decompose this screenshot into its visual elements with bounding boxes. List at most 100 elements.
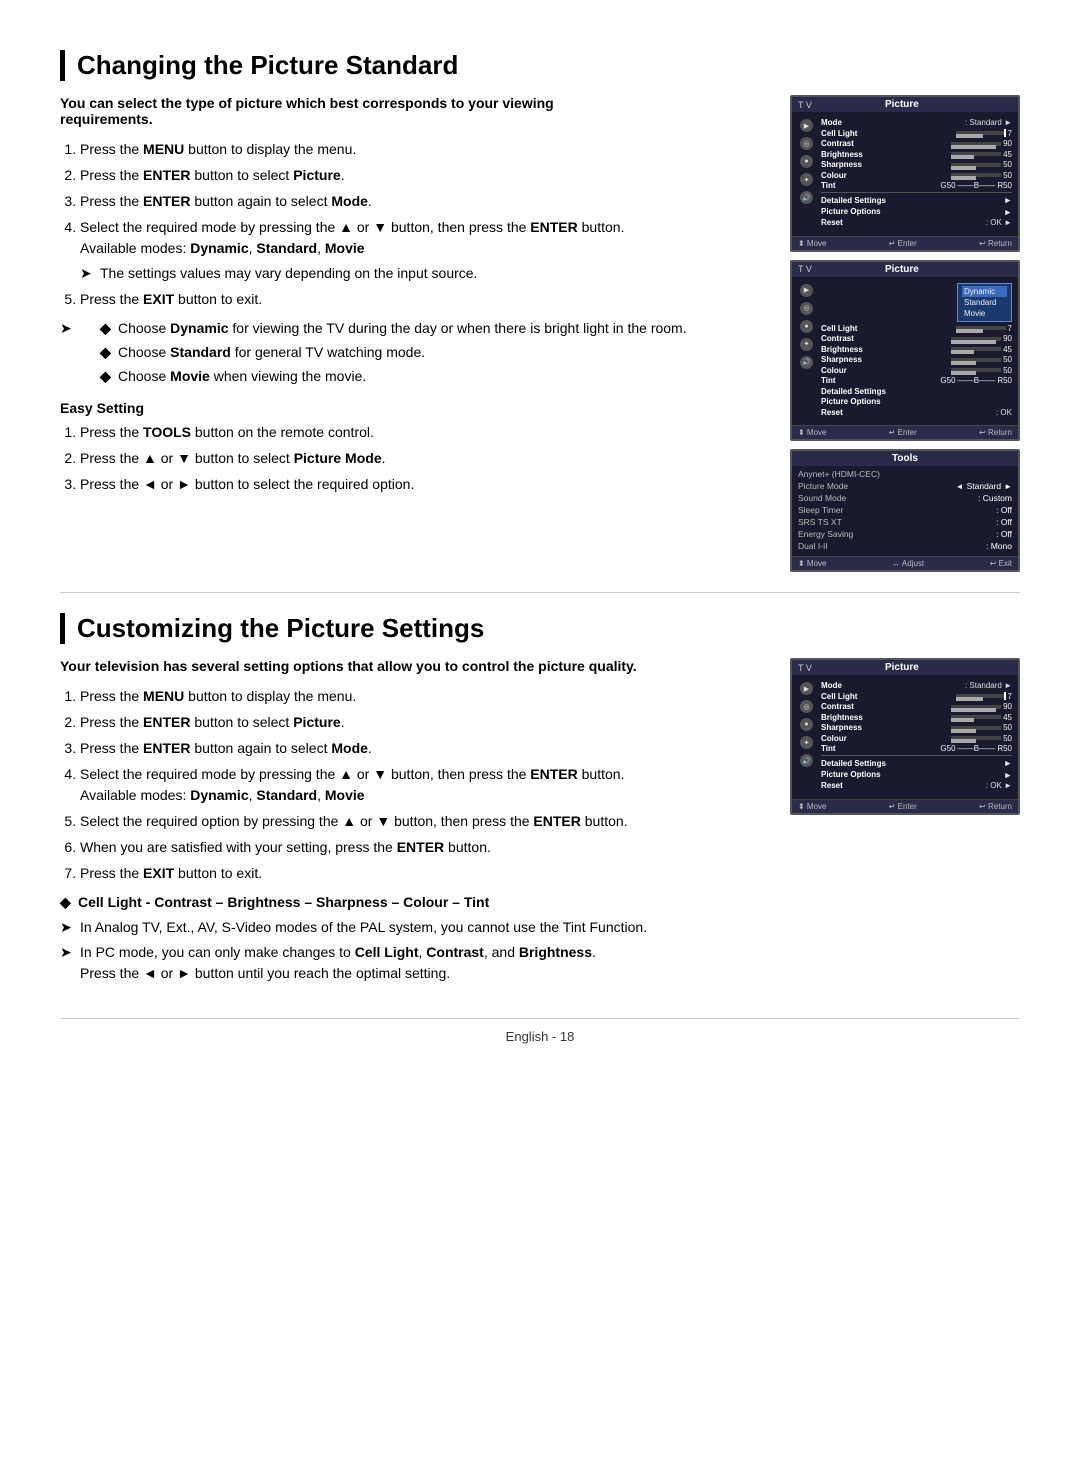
diamond3: ◆ Choose Movie when viewing the movie. [100,366,687,387]
s2-step4: Select the required mode by pressing the… [80,764,770,806]
s2-step6: When you are satisfied with your setting… [80,837,770,858]
tools-picture-value: Standard [967,481,1002,491]
tv2-row-celllight: Cell Light 7 [821,324,1012,333]
s2-arrow2: ➤ In PC mode, you can only make changes … [60,942,770,984]
arrow-symbol-1: ➤ [80,263,100,284]
section1-intro: You can select the type of picture which… [60,95,640,127]
step4: Select the required mode by pressing the… [80,217,770,284]
tools-anynet: Anynet+ (HDMI-CEC) [798,469,1012,479]
tv2-icon4: ✦ [800,338,813,351]
tv1-row-contrast: Contrast 90 [821,139,1012,148]
tv2-body: ▶ ◎ ● ✦ 🔊 Dynamic [792,277,1018,426]
step2: Press the ENTER button to select Picture… [80,165,770,186]
tv1-header: T V Picture [792,97,1018,112]
easy-setting-steps: Press the TOOLS button on the remote con… [80,422,770,495]
s2-step1: Press the MENU button to display the men… [80,686,770,707]
s2-diamond-symbol: ◆ [60,892,78,913]
tv2-row-contrast: Contrast 90 [821,334,1012,343]
section2-text: Your television has several setting opti… [60,658,770,988]
diamond1: ◆ Choose Dynamic for viewing the TV duri… [100,318,687,339]
s2-arrow1: ➤ In Analog TV, Ext., AV, S-Video modes … [60,917,770,938]
section1-title: Changing the Picture Standard [60,50,1020,81]
tv4-header: T V Picture [792,660,1018,675]
tv4-icon1: ▶ [800,682,813,695]
arrow-note-1: The settings values may vary depending o… [100,263,477,284]
diamond-symbol-1: ◆ [100,318,118,339]
tv4-row-contrast: Contrast 90 [821,702,1012,711]
tv4-row-detailed: Detailed Settings ► [821,758,1012,768]
tv1-row-tint: Tint G50 ——B—— R50 [821,181,1012,190]
tools-sound-mode: Sound Mode : Custom [798,493,1012,503]
easy-step3: Press the ◄ or ► button to select the re… [80,474,770,495]
s2-step2: Press the ENTER button to select Picture… [80,712,770,733]
tv1-label: T V [798,100,812,110]
tv4-divider [821,755,1012,756]
tv1-footer: ⬍ Move↵ Enter↩ Return [792,236,1018,250]
s2-step7: Press the EXIT button to exit. [80,863,770,884]
tv4-icon4: ✦ [800,736,813,749]
tv2-row-brightness: Brightness 45 [821,345,1012,354]
tv2-row-sharpness: Sharpness 50 [821,355,1012,364]
tv4-row-sharpness: Sharpness 50 [821,723,1012,732]
tools-footer: ⬍ Move↔ Adjust↩ Exit [792,556,1018,570]
s2-note2: In PC mode, you can only make changes to… [80,942,596,984]
tv1-divider [821,192,1012,193]
tv2-label: T V [798,264,812,274]
tv2-footer: ⬍ Move↵ Enter↩ Return [792,425,1018,439]
step1: Press the MENU button to display the men… [80,139,770,160]
section2-intro: Your television has several setting opti… [60,658,640,674]
tv1-icon1: ▶ [800,119,813,132]
tv2-row-colour: Colour 50 [821,366,1012,375]
tv2-icon3: ● [800,320,813,333]
tv-screen-1: T V Picture ▶ ◎ ● ✦ 🔊 [790,95,1020,252]
dynamic-note: ➤ ◆ Choose Dynamic for viewing the TV du… [60,318,770,390]
s2-step3: Press the ENTER button again to select M… [80,738,770,759]
section1-images: T V Picture ▶ ◎ ● ✦ 🔊 [790,95,1020,572]
tv1-title: Picture [885,99,919,110]
tv4-icon5: 🔊 [800,754,813,767]
tv1-row-colour: Colour 50 [821,171,1012,180]
available-modes-1: Available modes: Dynamic, Standard, Movi… [80,240,365,256]
section2-images: T V Picture ▶ ◎ ● ✦ 🔊 [790,658,1020,988]
tools-sleep-timer: Sleep Timer : Off [798,505,1012,515]
arrow-symbol-2: ➤ [60,318,80,339]
easy-step1: Press the TOOLS button on the remote con… [80,422,770,443]
tv4-row-celllight: Cell Light 7 [821,692,1012,701]
tv1-content: Mode : Standard ► Cell Light [821,115,1012,232]
tools-picture-nav: ◄ Standard ► [956,481,1012,491]
tools-title: Tools [792,451,1018,466]
tv1-row-sharpness: Sharpness 50 [821,160,1012,169]
easy-setting-header: Easy Setting [60,400,770,416]
page-footer: English - 18 [60,1018,1020,1044]
tv2-icon2: ◎ [800,302,813,315]
tools-body: Anynet+ (HDMI-CEC) Picture Mode ◄ Standa… [792,466,1018,556]
tv4-row-mode: Mode : Standard ► [821,681,1012,690]
tv1-icon3: ● [800,155,813,168]
tv1-body: ▶ ◎ ● ✦ 🔊 Mode : Standard ► [792,112,1018,236]
tv4-icons: ▶ ◎ ● ✦ 🔊 [798,678,817,795]
tools-dual: Dual I-II : Mono [798,541,1012,551]
tv1-row-celllight: Cell Light 7 [821,129,1012,138]
section2-steps-list: Press the MENU button to display the men… [80,686,770,884]
tv4-icon3: ● [800,718,813,731]
section-changing-picture: Changing the Picture Standard You can se… [60,50,1020,572]
tv2-icon1: ▶ [800,284,813,297]
tv4-label: T V [798,663,812,673]
section-customizing-picture: Customizing the Picture Settings Your te… [60,613,1020,988]
step3: Press the ENTER button again to select M… [80,191,770,212]
tv4-row-tint: Tint G50 ——B—— R50 [821,744,1012,753]
tools-picture-mode: Picture Mode ◄ Standard ► [798,481,1012,491]
tv4-row-brightness: Brightness 45 [821,713,1012,722]
tv1-icon2: ◎ [800,137,813,150]
tv4-row-colour: Colour 50 [821,734,1012,743]
tv2-icon5: 🔊 [800,356,813,369]
easy-step2: Press the ▲ or ▼ button to select Pictur… [80,448,770,469]
tv4-icon2: ◎ [800,700,813,713]
s2-arrow-symbol2: ➤ [60,942,80,963]
footer-text: English - 18 [506,1029,575,1044]
step5: Press the EXIT button to exit. [80,289,770,310]
tv1-icons: ▶ ◎ ● ✦ 🔊 [798,115,817,232]
tv2-content: Dynamic Standard Movie Cell Light [821,280,1012,422]
section1-steps-list: Press the MENU button to display the men… [80,139,770,310]
s2-diamond-main: ◆ Cell Light - Contrast – Brightness – S… [60,892,770,913]
